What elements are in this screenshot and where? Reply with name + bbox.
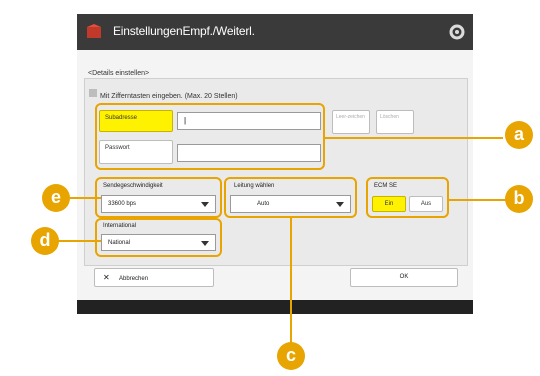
chevron-down-icon: [201, 241, 209, 246]
ok-button[interactable]: OK: [350, 268, 458, 287]
chevron-down-icon: [336, 202, 344, 207]
callout-d: d: [31, 227, 59, 255]
international-value: National: [108, 240, 131, 246]
keypad-icon: [89, 89, 97, 97]
callout-b: b: [505, 185, 533, 213]
line-value: Auto: [257, 201, 270, 207]
line-label: Leitung wählen: [234, 183, 275, 189]
speed-dropdown[interactable]: 33600 bps: [101, 195, 216, 213]
ecm-label: ECM SE: [374, 183, 398, 189]
ok-label: OK: [399, 274, 409, 280]
close-icon: ✕: [103, 273, 110, 282]
breadcrumb: <Details einstellen>: [88, 70, 150, 77]
callout-e-line: [70, 197, 101, 199]
speed-label: Sendegeschwindigkeit: [103, 183, 163, 189]
callout-b-line: [449, 199, 509, 201]
input-hint: Mit Zifferntasten eingeben. (Max. 20 Ste…: [100, 93, 238, 100]
speed-value: 33600 bps: [108, 201, 137, 207]
callout-e: e: [42, 184, 70, 212]
cancel-label: Abbrechen: [119, 276, 149, 282]
window-title: EinstellungenEmpf./Weiterl.: [113, 24, 255, 38]
ecm-off-button[interactable]: Aus: [409, 196, 443, 212]
password-button[interactable]: Passwort: [99, 140, 173, 164]
gear-icon[interactable]: [447, 22, 467, 42]
subaddress-button[interactable]: Subadresse: [99, 110, 173, 132]
cancel-button[interactable]: ✕ Abbrechen: [94, 268, 214, 287]
space-button[interactable]: Leer-zeichen: [332, 110, 370, 134]
callout-a-line: [325, 137, 503, 139]
password-input[interactable]: [177, 144, 321, 162]
callout-c: c: [277, 342, 305, 370]
subaddress-input[interactable]: |: [177, 112, 321, 130]
title-bar: EinstellungenEmpf./Weiterl.: [77, 14, 473, 50]
callout-a: a: [505, 121, 533, 149]
bottom-bar: [77, 300, 473, 314]
ecm-on-button[interactable]: Ein: [372, 196, 406, 212]
callout-c-line: [290, 218, 292, 344]
line-dropdown[interactable]: Auto: [230, 195, 351, 213]
delete-button[interactable]: Löschen: [376, 110, 414, 134]
app-icon: [87, 24, 101, 38]
international-label: International: [103, 223, 137, 229]
chevron-down-icon: [201, 202, 209, 207]
international-dropdown[interactable]: National: [101, 234, 216, 251]
